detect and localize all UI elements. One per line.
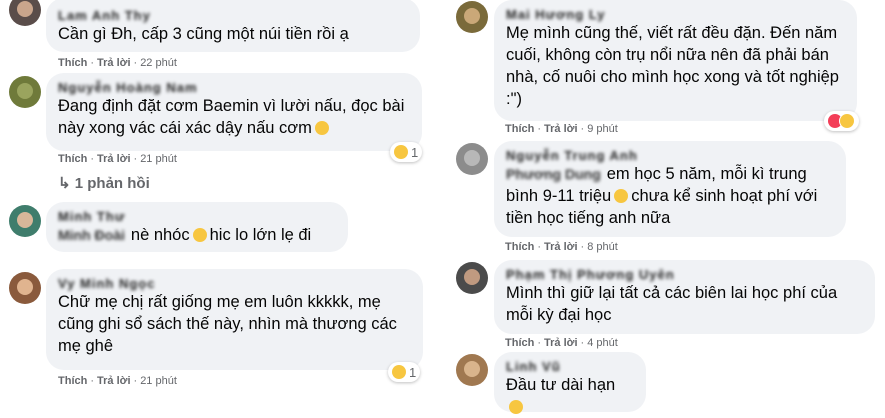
like-button[interactable]: Thích bbox=[58, 375, 87, 387]
avatar[interactable] bbox=[456, 262, 488, 294]
reaction-badge[interactable]: 1 bbox=[388, 362, 421, 382]
like-button[interactable]: Thích bbox=[58, 57, 87, 69]
comment-bubble: Minh Thư Minh Đoài nè nhóc hic lo lớn lẹ đ… bbox=[46, 202, 348, 252]
comment-bubble: Lam Anh Thy Cần gì Đh, cấp 3 cũng một nú… bbox=[46, 0, 420, 52]
avatar[interactable] bbox=[9, 205, 41, 237]
reply-button[interactable]: Trả lời bbox=[544, 123, 578, 135]
haha-reaction-icon bbox=[839, 113, 855, 129]
reply-arrow-icon: ↳ bbox=[58, 175, 71, 192]
timestamp[interactable]: 22 phút bbox=[140, 57, 177, 69]
timestamp[interactable]: 8 phút bbox=[587, 241, 618, 253]
comment-author[interactable]: Mai Hương Ly bbox=[506, 7, 845, 22]
timestamp[interactable]: 9 phút bbox=[587, 123, 618, 135]
comment-bubble: Nguyễn Hoàng Nam Đang định đặt cơm Baemi… bbox=[46, 73, 422, 151]
comment-text: Đang định đặt cơm Baemin vì lười nấu, đọ… bbox=[58, 97, 405, 137]
comment-author[interactable]: Nguyễn Trung Anh bbox=[506, 148, 834, 163]
sweat-emoji-icon bbox=[614, 189, 629, 203]
timestamp[interactable]: 21 phút bbox=[140, 153, 177, 165]
reply-button[interactable]: Trả lời bbox=[544, 337, 578, 349]
view-replies-link[interactable]: ↳ 1 phản hồi bbox=[58, 174, 150, 192]
comment-text: Phương Dung em học 5 năm, mỗi kì trung bì… bbox=[506, 165, 818, 227]
comment-author[interactable]: Phạm Thị Phương Uyên bbox=[506, 267, 863, 282]
reply-button[interactable]: Trả lời bbox=[97, 57, 131, 69]
like-button[interactable]: Thích bbox=[505, 337, 534, 349]
sad-emoji-icon bbox=[509, 400, 523, 414]
comment-text: Mẹ mình cũng thế, viết rất đều đặn. Đến … bbox=[506, 24, 839, 108]
tagged-user[interactable]: Minh Đoài bbox=[58, 227, 125, 243]
comment-actions: Thích · Trả lời · 21 phút bbox=[58, 375, 177, 387]
reply-button[interactable]: Trả lời bbox=[544, 241, 578, 253]
comment-bubble: Phạm Thị Phương Uyên Mình thì giữ lại tấ… bbox=[494, 260, 875, 334]
comment-text: Cần gì Đh, cấp 3 cũng một núi tiền rồi ạ bbox=[58, 25, 349, 43]
comment-bubble: Mai Hương Ly Mẹ mình cũng thế, viết rất … bbox=[494, 0, 857, 121]
reply-button[interactable]: Trả lời bbox=[97, 375, 131, 387]
comment-text: Mình thì giữ lại tất cả các biên lai học… bbox=[506, 284, 838, 324]
comment-bubble: Linh Vũ Đầu tư dài hạn bbox=[494, 352, 646, 414]
avatar[interactable] bbox=[456, 143, 488, 175]
reaction-badge[interactable] bbox=[824, 111, 859, 131]
comment-actions: Thích · Trả lời · 8 phút bbox=[505, 241, 618, 253]
smile-emoji-icon bbox=[192, 228, 207, 242]
timestamp[interactable]: 4 phút bbox=[587, 337, 618, 349]
comment-actions: Thích · Trả lời · 4 phút bbox=[505, 337, 618, 349]
like-button[interactable]: Thích bbox=[505, 123, 534, 135]
comment-actions: Thích · Trả lời · 9 phút bbox=[505, 123, 618, 135]
tagged-user[interactable]: Phương Dung bbox=[506, 166, 601, 182]
avatar[interactable] bbox=[9, 76, 41, 108]
comment-author[interactable]: Minh Thư bbox=[58, 209, 336, 224]
comment-actions: Thích · Trả lời · 21 phút bbox=[58, 153, 177, 165]
avatar[interactable] bbox=[456, 1, 488, 33]
like-button[interactable]: Thích bbox=[505, 241, 534, 253]
comment-author[interactable]: Nguyễn Hoàng Nam bbox=[58, 80, 410, 95]
timestamp[interactable]: 21 phút bbox=[140, 375, 177, 387]
haha-reaction-icon bbox=[392, 365, 406, 379]
comment-author[interactable]: Lam Anh Thy bbox=[58, 8, 408, 23]
avatar[interactable] bbox=[9, 0, 41, 26]
reaction-badge[interactable]: 1 bbox=[390, 142, 423, 162]
comment-author[interactable]: Vy Minh Ngọc bbox=[58, 276, 411, 291]
comment-author[interactable]: Linh Vũ bbox=[506, 359, 634, 374]
like-button[interactable]: Thích bbox=[58, 153, 87, 165]
comment-text: Đầu tư dài hạn bbox=[506, 374, 634, 418]
avatar[interactable] bbox=[9, 272, 41, 304]
comment-bubble: Vy Minh Ngọc Chữ mẹ chị rất giống mẹ em … bbox=[46, 269, 423, 370]
reply-button[interactable]: Trả lời bbox=[97, 153, 131, 165]
avatar[interactable] bbox=[456, 354, 488, 386]
comment-text: Chữ mẹ chị rất giống mẹ em luôn kkkkk, m… bbox=[58, 293, 397, 355]
comment-bubble: Nguyễn Trung Anh Phương Dung em học 5 năm… bbox=[494, 141, 846, 237]
comment-text: Minh Đoài nè nhóc hic lo lớn lẹ đi bbox=[58, 226, 312, 244]
comment-actions: Thích · Trả lời · 22 phút bbox=[58, 57, 177, 69]
sad-reaction-icon bbox=[394, 145, 408, 159]
sad-emoji-icon bbox=[314, 121, 329, 135]
